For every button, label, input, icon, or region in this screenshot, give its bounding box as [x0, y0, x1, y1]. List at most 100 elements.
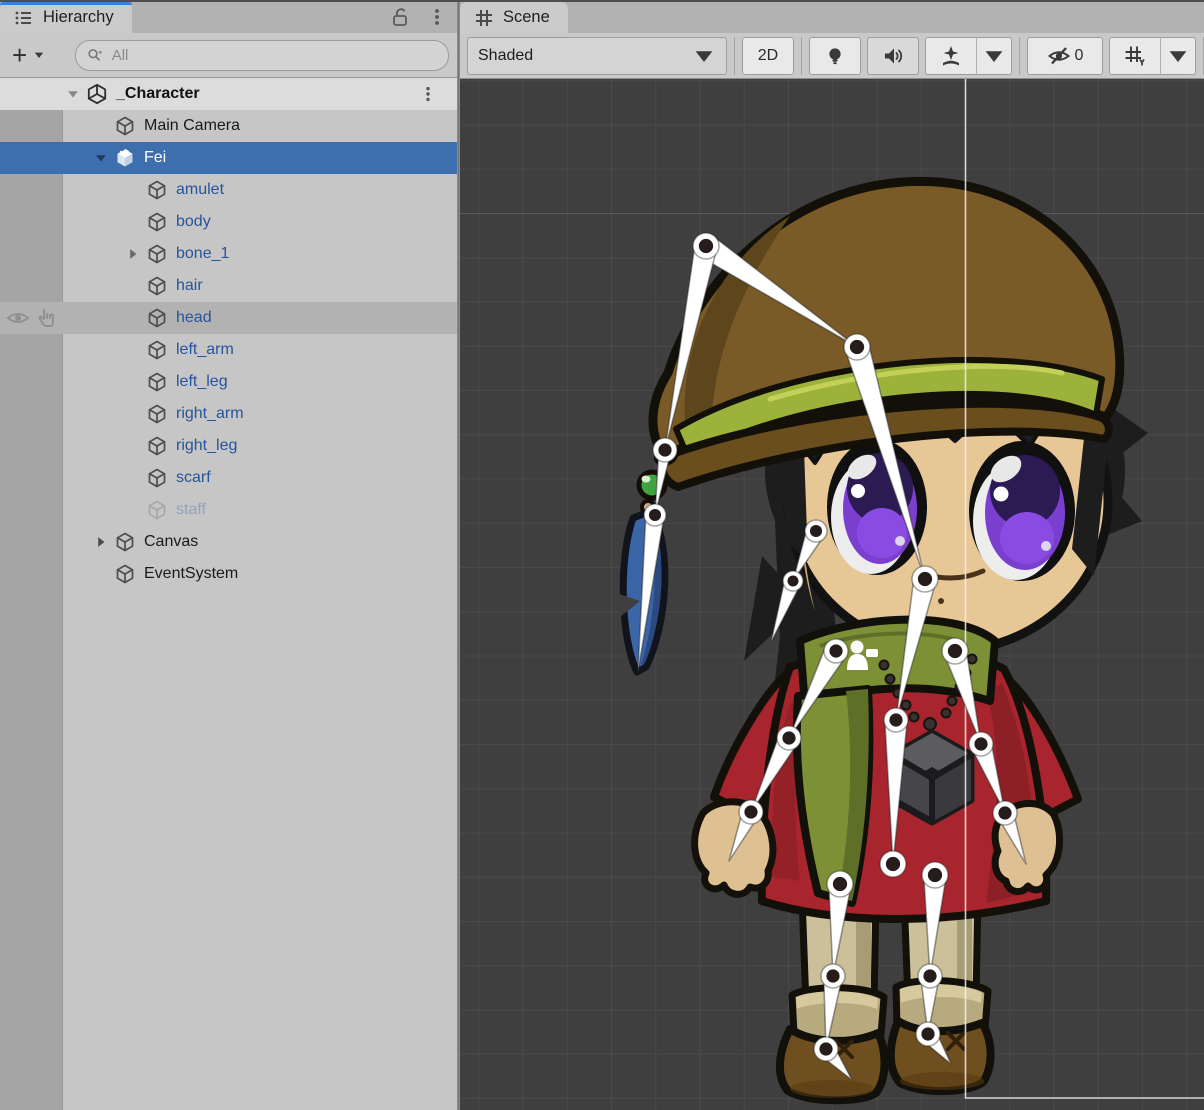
bone-joint-center: [699, 239, 713, 253]
gameobject-cube-icon: [146, 435, 168, 457]
scene-tabbar: Scene: [460, 0, 1204, 33]
hierarchy-item-right-arm[interactable]: right_arm: [0, 398, 457, 430]
hierarchy-search-field[interactable]: [75, 40, 449, 71]
unlock-icon[interactable]: [389, 6, 411, 28]
prefab-cube-icon: [114, 147, 136, 169]
search-icon: [86, 46, 104, 65]
hidden-count: 0: [1075, 47, 1084, 65]
gameobject-cube-icon: [146, 371, 168, 393]
gameobject-cube-icon: [146, 275, 168, 297]
left-eye: [827, 439, 927, 575]
scene-panel: Scene Shaded 2D 0: [460, 0, 1204, 1110]
hierarchy-item-eventsystem[interactable]: EventSystem: [0, 558, 457, 590]
bone-joint-center: [918, 572, 932, 586]
gameobject-cube-icon: [146, 339, 168, 361]
scene-options-kebab-icon[interactable]: [419, 85, 437, 103]
hierarchy-item-scarf[interactable]: scarf: [0, 462, 457, 494]
bone-joint-center: [850, 340, 864, 354]
toolbar-separator: [801, 37, 802, 75]
item-label: body: [176, 213, 211, 231]
hierarchy-item-left-arm[interactable]: left_arm: [0, 334, 457, 366]
hierarchy-item-staff[interactable]: staff: [0, 494, 457, 526]
visibility-eye-icon[interactable]: [6, 307, 30, 329]
scene-grid-icon: [474, 8, 494, 28]
item-label: Fei: [144, 149, 166, 167]
hierarchy-item-fei[interactable]: Fei: [0, 142, 457, 174]
2d-mode-button[interactable]: 2D: [742, 37, 794, 75]
create-dropdown-caret-icon: [33, 49, 45, 61]
item-label: right_arm: [176, 405, 244, 423]
scene-header-row[interactable]: _Character: [0, 78, 457, 110]
panel-splitter[interactable]: [457, 0, 460, 1110]
draw-mode-dropdown[interactable]: Shaded: [467, 37, 727, 75]
hierarchy-item-hair[interactable]: hair: [0, 270, 457, 302]
gameobject-cube-icon: [114, 563, 136, 585]
bone-joint-center: [928, 868, 942, 882]
gameobject-cube-icon: [146, 403, 168, 425]
bone-joint-center: [782, 731, 795, 744]
bone-joint-center: [658, 443, 671, 456]
chevron-down-icon: [1166, 44, 1190, 68]
foldout-closed-icon[interactable]: [126, 247, 140, 261]
scene-effects-button[interactable]: [925, 37, 976, 75]
2d-label: 2D: [758, 47, 778, 65]
item-label: left_arm: [176, 341, 234, 359]
scene-audio-button[interactable]: [867, 37, 919, 75]
hierarchy-item-head[interactable]: head: [0, 302, 457, 334]
bone-joint-center: [998, 806, 1011, 819]
hierarchy-tree: _Character Main Camera Fei amulet body: [0, 78, 457, 1110]
hierarchy-panel: Hierarchy + _Character: [0, 0, 457, 1110]
bone-joint-center: [921, 1027, 934, 1040]
unity-scene-icon: [86, 83, 108, 105]
bone-joint-center: [744, 805, 757, 818]
item-label: amulet: [176, 181, 224, 199]
gameobject-cube-icon: [146, 179, 168, 201]
right-eye: [969, 441, 1075, 581]
hierarchy-item-amulet[interactable]: amulet: [0, 174, 457, 206]
toolbar-separator: [1019, 37, 1020, 75]
window-top-edge: [0, 0, 1204, 2]
grid-visibility-button[interactable]: [1109, 37, 1160, 75]
hierarchy-item-canvas[interactable]: Canvas: [0, 526, 457, 558]
hierarchy-item-body[interactable]: body: [0, 206, 457, 238]
hidden-objects-button[interactable]: 0: [1027, 37, 1103, 75]
hierarchy-item-right-leg[interactable]: right_leg: [0, 430, 457, 462]
hierarchy-tabbar: Hierarchy: [0, 0, 457, 33]
scene-effects-dropdown[interactable]: [976, 37, 1012, 75]
hierarchy-item-left-leg[interactable]: left_leg: [0, 366, 457, 398]
item-label: scarf: [176, 469, 211, 487]
hierarchy-item-bone-1[interactable]: bone_1: [0, 238, 457, 270]
scene-viewport[interactable]: [460, 79, 1204, 1110]
tab-scene[interactable]: Scene: [460, 2, 568, 33]
gameobject-cube-icon: [114, 115, 136, 137]
item-label: Canvas: [144, 533, 198, 551]
toolbar-separator: [734, 37, 735, 75]
create-gameobject-button[interactable]: +: [8, 42, 49, 68]
grid-visibility-dropdown[interactable]: [1160, 37, 1196, 75]
panel-menu-kebab-icon[interactable]: [427, 7, 447, 27]
hierarchy-item-main-camera[interactable]: Main Camera: [0, 110, 457, 142]
bone-joint-center: [889, 713, 902, 726]
foldout-closed-icon[interactable]: [94, 535, 108, 549]
item-label: EventSystem: [144, 565, 238, 583]
lightbulb-icon: [823, 44, 847, 68]
scene-toolbar: Shaded 2D 0: [460, 33, 1204, 79]
bone-joint-center: [819, 1042, 832, 1055]
foldout-open-icon[interactable]: [94, 151, 108, 165]
scene-lighting-button[interactable]: [809, 37, 861, 75]
bone-joint-center: [948, 644, 962, 658]
bone-joint-center: [649, 509, 661, 521]
bone-joint-center: [886, 857, 900, 871]
bone-joint-center: [974, 737, 987, 750]
bone-joint-center: [923, 969, 936, 982]
item-label: right_leg: [176, 437, 237, 455]
picking-hand-icon[interactable]: [36, 307, 58, 329]
item-label: staff: [176, 501, 206, 519]
search-input[interactable]: [110, 46, 438, 65]
tab-hierarchy[interactable]: Hierarchy: [0, 2, 132, 33]
foldout-open-icon[interactable]: [66, 87, 80, 101]
effects-star-icon: [939, 44, 963, 68]
chevron-down-icon: [692, 44, 716, 68]
item-label: left_leg: [176, 373, 228, 391]
speaker-icon: [881, 44, 905, 68]
